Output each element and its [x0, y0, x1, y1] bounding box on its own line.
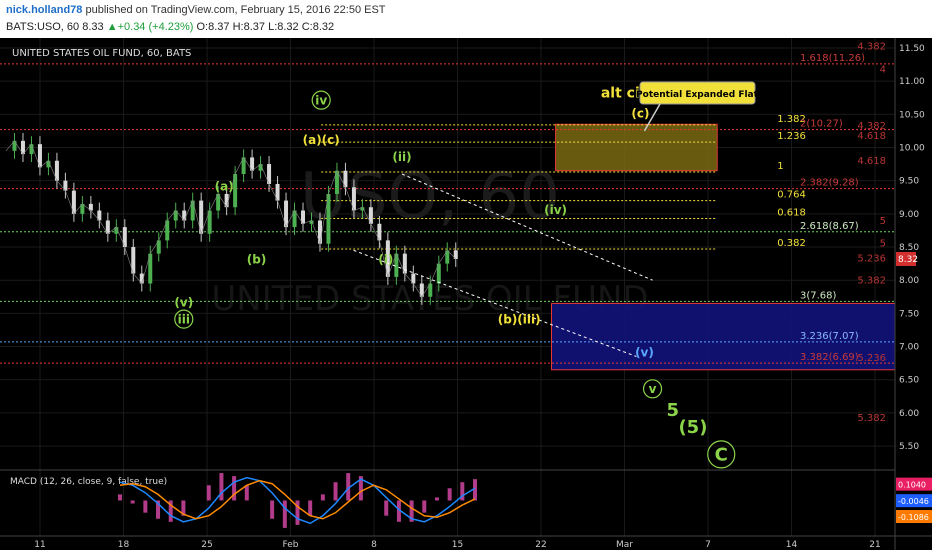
- chart-title: UNITED STATES OIL FUND, 60, BATS: [12, 48, 191, 59]
- fib-label: 0.764: [777, 190, 806, 201]
- wave-label: (v): [635, 346, 654, 360]
- last-price: 8.33: [82, 21, 104, 33]
- right-level-label: 4.382: [857, 41, 886, 52]
- time-tick: 18: [118, 540, 130, 550]
- price-tick: 9.50: [899, 177, 919, 187]
- callout-text: Potential Expanded Flat: [636, 90, 759, 100]
- price-tick: 5.50: [899, 442, 919, 452]
- yellow-zone: [555, 123, 718, 172]
- close-value: C:8.32: [301, 21, 335, 33]
- fib-label: 1: [777, 161, 783, 172]
- right-level-label: 5.236: [857, 254, 886, 265]
- fib-label: 0.382: [777, 238, 806, 249]
- price-tick: 11.00: [899, 77, 925, 87]
- right-level-label: 5.236: [857, 353, 886, 364]
- price-tick: 7.00: [899, 343, 919, 353]
- time-tick: 7: [705, 540, 711, 550]
- wave-label: (a): [215, 180, 234, 194]
- extension-label: 3(7.68): [800, 290, 837, 301]
- extension-label: 3.236(7.07): [800, 331, 859, 342]
- extension-label: 1.618(11.26): [800, 53, 865, 64]
- price-tick: 6.00: [899, 409, 919, 419]
- right-level-label: 5: [880, 238, 886, 249]
- fib-label: 0.618: [777, 207, 806, 218]
- wave-label: (ii): [392, 150, 411, 164]
- ohlc-line: BATS:USO, 60 8.33 ▲+0.34 (+4.23%) O:8.37…: [6, 21, 334, 33]
- price-tick: 11.50: [899, 44, 925, 54]
- watermark-symbol: USO, 60: [300, 160, 560, 234]
- extension-label: 3.382(6.69): [800, 352, 859, 363]
- author-link[interactable]: nick.holland78: [6, 4, 82, 16]
- time-tick: 8: [371, 540, 377, 550]
- time-tick: Mar: [616, 540, 633, 550]
- right-level-label: 5: [880, 216, 886, 227]
- time-tick: 11: [34, 540, 45, 550]
- macd-title: MACD (12, 26, close, 9, false, true): [10, 477, 167, 487]
- wave-label: (5): [678, 417, 707, 438]
- last-price-label: 8.32: [898, 255, 918, 265]
- time-tick: 14: [786, 540, 798, 550]
- wave-label: v: [649, 382, 657, 396]
- wave-label: (v): [174, 296, 193, 310]
- right-level-label: 5.382: [857, 413, 886, 424]
- price-tick: 8.00: [899, 276, 919, 286]
- wave-label: (b)(iii): [498, 312, 541, 326]
- macd-value-label: 0.1040: [898, 481, 926, 490]
- time-tick: 22: [535, 540, 546, 550]
- wave-label: (b): [247, 253, 267, 267]
- high-value: H:8.37: [232, 21, 266, 33]
- symbol-label: BATS:USO, 60: [6, 21, 80, 33]
- extension-label: 2.382(9.28): [800, 178, 859, 189]
- change-value: +0.34 (+4.23%): [117, 21, 194, 33]
- wave-label: (i): [378, 253, 393, 267]
- tradingview-snapshot: nick.holland78 published on TradingView.…: [0, 0, 932, 550]
- right-level-label: 4: [880, 64, 886, 75]
- wave-label: (c): [631, 107, 649, 121]
- fib-label: 1.236: [777, 131, 806, 142]
- time-tick: 15: [452, 540, 463, 550]
- right-level-label: 4.618: [857, 156, 886, 167]
- wave-label: (a)(c): [303, 133, 340, 147]
- macd-value-label: -0.0046: [898, 497, 929, 506]
- up-arrow-icon: ▲: [106, 21, 118, 33]
- wave-label: (iv): [544, 203, 567, 217]
- price-tick: 6.50: [899, 376, 919, 386]
- price-chart[interactable]: USO, 60 UNITED STATES OIL FUND 1.3821.23…: [0, 38, 932, 550]
- open-value: O:8.37: [196, 21, 230, 33]
- price-tick: 8.50: [899, 243, 919, 253]
- wave-label: iii: [178, 312, 190, 326]
- wave-label: 5: [666, 400, 679, 421]
- price-tick: 7.50: [899, 309, 919, 319]
- right-level-label: 5.382: [857, 276, 886, 287]
- right-level-label: 4.618: [857, 131, 886, 142]
- macd-value-label: -0.1086: [898, 513, 929, 522]
- price-axis[interactable]: 11.50 11.00 10.50 10.00 9.50 9.00 8.50 8.00 7.50…: [894, 38, 932, 550]
- time-tick: Feb: [283, 540, 299, 550]
- low-value: L:8.32: [268, 21, 299, 33]
- wave-label: iv: [315, 93, 327, 107]
- price-tick: 10.00: [899, 143, 925, 153]
- time-tick: 25: [201, 540, 212, 550]
- published-text: published on TradingView.com, February 1…: [85, 4, 386, 16]
- header-bar: nick.holland78 published on TradingView.…: [0, 0, 932, 39]
- extension-label: 2(10.27): [800, 119, 843, 130]
- extension-label: 2.618(8.67): [800, 221, 859, 232]
- wave-label: C: [715, 445, 728, 466]
- price-tick: 9.00: [899, 210, 919, 220]
- author-line: nick.holland78 published on TradingView.…: [6, 4, 386, 16]
- price-tick: 10.50: [899, 110, 925, 120]
- time-tick: 21: [869, 540, 880, 550]
